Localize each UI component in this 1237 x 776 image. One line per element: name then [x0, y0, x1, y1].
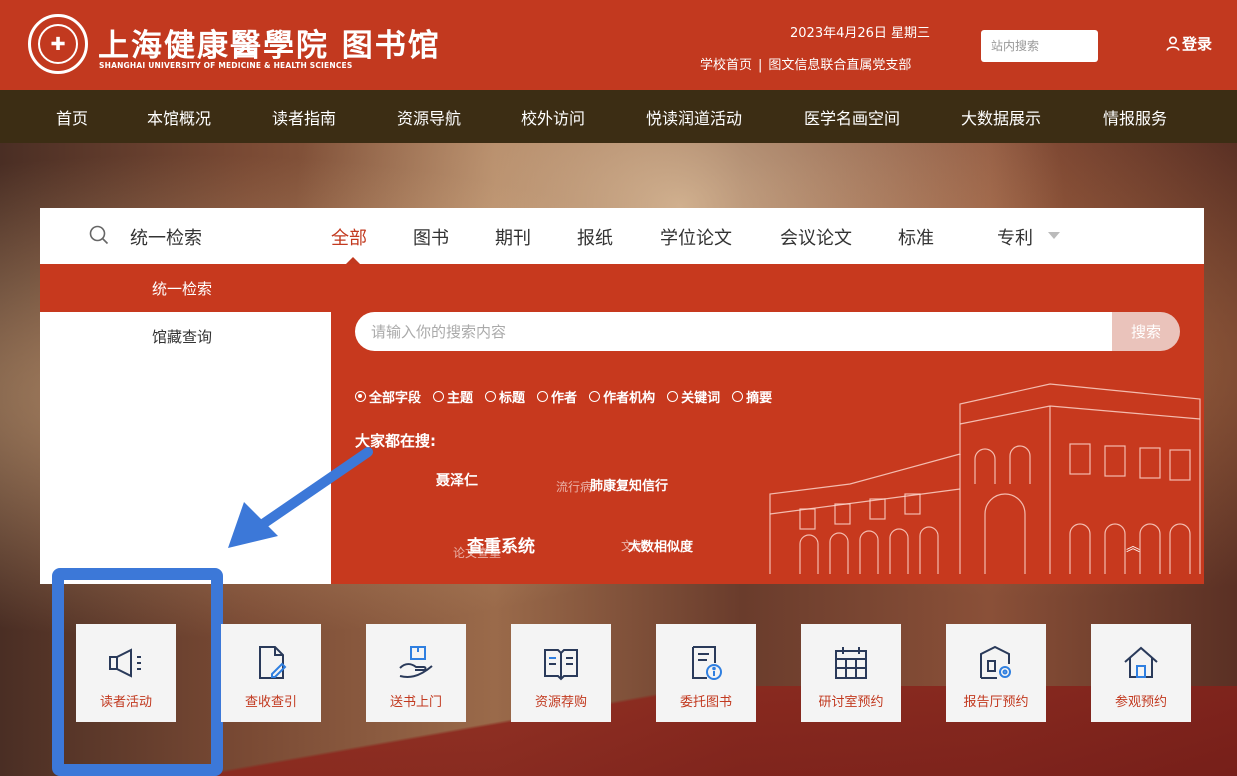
nav-reading-activities[interactable]: 悦读润道活动: [646, 105, 742, 129]
nav-medical-art[interactable]: 医学名画空间: [804, 105, 900, 129]
tab-theses[interactable]: 学位论文: [660, 224, 732, 250]
tile-label: 查收查引: [244, 695, 297, 710]
field-label: 作者机构: [603, 391, 656, 406]
main-search-input[interactable]: [355, 312, 1112, 351]
tile-label: 送书上门: [389, 695, 442, 710]
tile-label: 读者活动: [99, 695, 152, 710]
nav-offcampus[interactable]: 校外访问: [521, 105, 585, 129]
document-edit-icon: [259, 646, 287, 679]
tile-label: 报告厅预约: [963, 695, 1029, 710]
login-label: 登录: [1182, 35, 1213, 53]
hot-term[interactable]: 聂泽仁: [436, 470, 478, 490]
search-field-options: 全部字段 主题 标题 作者 作者机构 关键词 摘要: [355, 387, 784, 406]
radio-dot-icon: [355, 391, 366, 402]
field-label: 标题: [499, 391, 526, 406]
radio-dot-icon: [485, 391, 497, 402]
tile-lecture-hall-booking[interactable]: 报告厅预约: [946, 624, 1046, 722]
user-icon: [1166, 36, 1180, 51]
tile-visit-booking[interactable]: 参观预约: [1091, 624, 1191, 722]
open-book-icon: [544, 649, 578, 681]
field-keyword[interactable]: 关键词: [667, 387, 720, 406]
tile-book-delivery[interactable]: 送书上门: [366, 624, 466, 722]
radio-dot-icon: [433, 391, 445, 402]
search-panel: 统一检索 全部 图书 期刊 报纸 学位论文 会议论文 标准 专利 统一检索 馆藏…: [40, 208, 1204, 584]
radio-dot-icon: [667, 391, 679, 402]
search-button[interactable]: 搜索: [1112, 312, 1180, 351]
field-all[interactable]: 全部字段: [355, 387, 421, 406]
tab-all[interactable]: 全部: [331, 224, 367, 250]
tile-label: 参观预约: [1114, 695, 1167, 710]
tile-label: 研讨室预约: [818, 695, 884, 710]
link-separator: |: [758, 58, 763, 73]
school-home-link[interactable]: 学校首页: [700, 58, 752, 73]
tabs-more-dropdown[interactable]: [1048, 232, 1060, 239]
seal-emblem-icon: ✚: [38, 24, 78, 64]
tab-conference-papers[interactable]: 会议论文: [780, 224, 852, 250]
home-icon: [1124, 646, 1158, 678]
nav-about[interactable]: 本馆概况: [147, 105, 211, 129]
main-nav: 首页 本馆概况 读者指南 资源导航 校外访问 悦读润道活动 医学名画空间 大数据…: [0, 90, 1237, 143]
field-author[interactable]: 作者: [537, 387, 577, 406]
search-tabbar: 统一检索 全部 图书 期刊 报纸 学位论文 会议论文 标准 专利: [40, 208, 1204, 264]
search-icon: [89, 225, 109, 245]
field-label: 关键词: [681, 391, 721, 406]
tab-newspapers[interactable]: 报纸: [577, 224, 613, 250]
field-subject[interactable]: 主题: [433, 387, 473, 406]
annotation-arrow: [228, 447, 373, 548]
active-tab-caret: [346, 257, 360, 264]
tab-books[interactable]: 图书: [413, 224, 449, 250]
radio-dot-icon: [589, 391, 601, 402]
tile-citation-search[interactable]: 查收查引: [221, 624, 321, 722]
login-button[interactable]: 登录: [1166, 33, 1212, 54]
nav-big-data[interactable]: 大数据展示: [961, 105, 1041, 129]
tile-label: 委托图书: [679, 695, 732, 710]
search-body: 统一检索 馆藏查询 搜索 全部字段 主题 标题 作者 作者机构 关键词 摘要 大…: [40, 264, 1204, 584]
tile-reader-activities[interactable]: 读者活动: [76, 624, 176, 722]
logo-title[interactable]: 上海健康醫學院 图书馆: [98, 20, 441, 65]
nav-resources[interactable]: 资源导航: [397, 105, 461, 129]
hot-term[interactable]: 论文查重: [453, 544, 501, 561]
site-search-input[interactable]: [981, 30, 1098, 62]
calendar-grid-icon: [835, 647, 867, 679]
tab-patents[interactable]: 专利: [997, 224, 1033, 250]
hot-term[interactable]: 大数相似度: [628, 536, 693, 555]
site-header: ✚ 上海健康醫學院 图书馆 SHANGHAI UNIVERSITY OF MED…: [0, 0, 1237, 90]
field-author-org[interactable]: 作者机构: [589, 387, 655, 406]
search-title: 统一检索: [130, 228, 202, 249]
building-gear-icon: [980, 645, 1011, 679]
document-info-icon: [692, 646, 722, 680]
top-links: 学校首页 | 图文信息联合直属党支部: [700, 54, 911, 73]
tab-standards[interactable]: 标准: [898, 224, 934, 250]
side-item-unified-search[interactable]: 统一检索: [152, 278, 212, 299]
field-label: 全部字段: [369, 391, 422, 406]
side-item-catalog-search[interactable]: 馆藏查询: [152, 326, 212, 347]
tile-resource-recommend[interactable]: 资源荐购: [511, 624, 611, 722]
nav-reader-guide[interactable]: 读者指南: [272, 105, 336, 129]
field-label: 作者: [551, 391, 578, 406]
party-branch-link[interactable]: 图文信息联合直属党支部: [768, 58, 911, 73]
field-label: 主题: [447, 391, 474, 406]
tile-label: 资源荐购: [534, 695, 587, 710]
hot-term[interactable]: 流行病: [556, 478, 592, 495]
tile-study-room-booking[interactable]: 研讨室预约: [801, 624, 901, 722]
logo-subtitle: SHANGHAI UNIVERSITY OF MEDICINE & HEALTH…: [99, 61, 353, 70]
megaphone-icon: [109, 648, 141, 678]
radio-dot-icon: [732, 391, 744, 402]
tab-journals[interactable]: 期刊: [495, 224, 531, 250]
university-seal-logo[interactable]: ✚: [28, 14, 88, 74]
current-date: 2023年4月26日 星期三: [790, 26, 931, 41]
hand-box-icon: [399, 646, 433, 678]
radio-dot-icon: [537, 391, 549, 402]
field-title[interactable]: 标题: [485, 387, 525, 406]
tile-entrusted-books[interactable]: 委托图书: [656, 624, 756, 722]
nav-home[interactable]: 首页: [56, 105, 88, 129]
hot-term[interactable]: 肺康复知信行: [590, 475, 668, 494]
nav-info-service[interactable]: 情报服务: [1103, 105, 1167, 129]
chevron-up-icon[interactable]: ︽: [1126, 536, 1140, 556]
